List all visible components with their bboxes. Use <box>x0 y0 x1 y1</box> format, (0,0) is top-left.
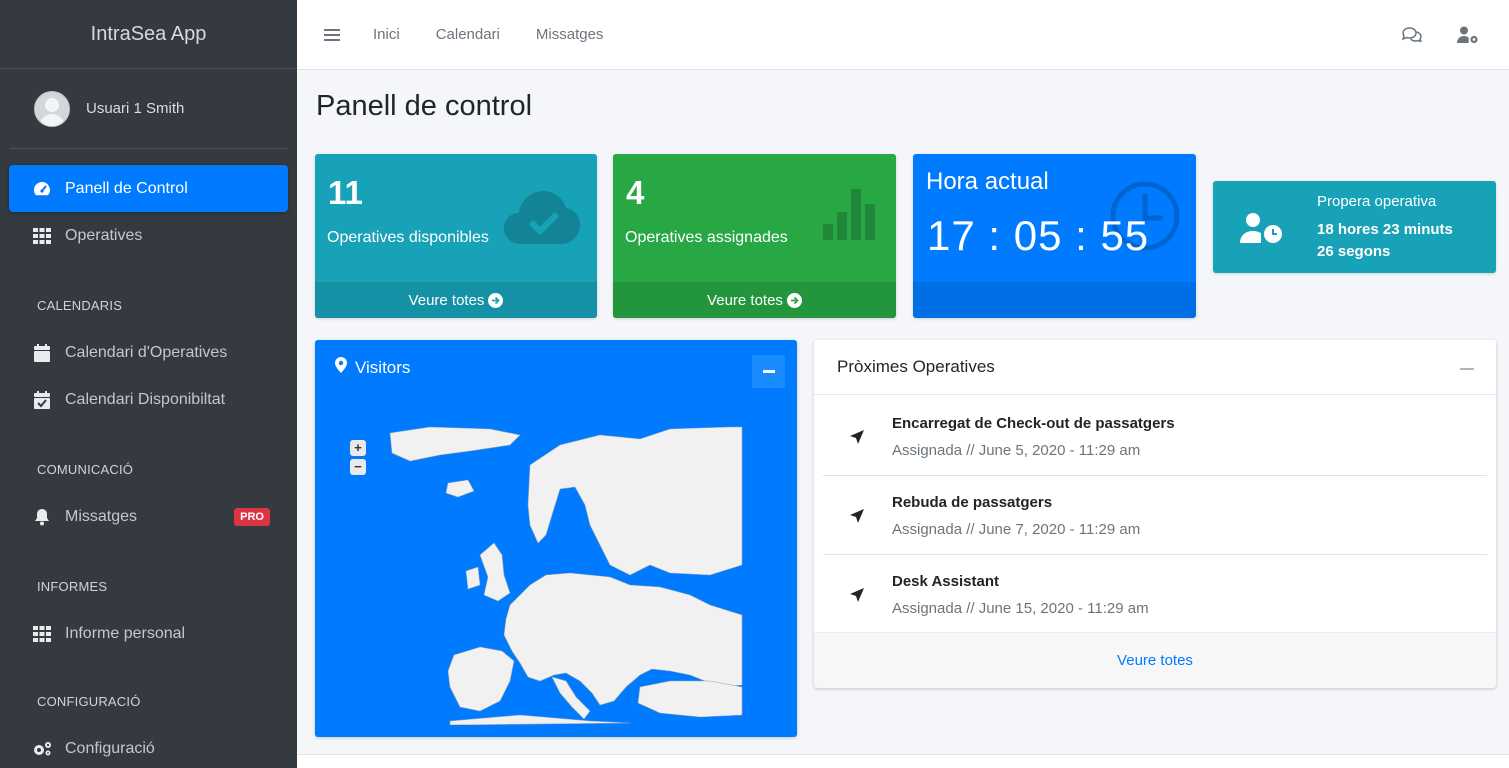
nav-link-inici[interactable]: Inici <box>373 26 400 43</box>
section-header: CONFIGURACIÓ <box>37 693 141 709</box>
sidebar-item-label: Calendari d'Operatives <box>65 343 228 361</box>
operation-title[interactable]: Rebuda de passatgers <box>892 494 1052 511</box>
view-all-label: Veure totes <box>408 291 485 309</box>
operation-subtitle: Assignada // June 15, 2020 - 11:29 am <box>892 600 1149 617</box>
upcoming-view-all-link[interactable]: Veure totes <box>814 632 1496 688</box>
location-arrow-icon <box>849 587 865 608</box>
sidebar-item-calendari-operatives[interactable]: Calendari d'Operatives <box>9 329 288 376</box>
upcoming-operations-card: Pròximes Operatives Encarregat de Check-… <box>814 340 1496 688</box>
map-marker-icon <box>335 357 347 378</box>
tachometer-icon <box>32 180 52 198</box>
next-operation-countdown-2: 26 segons <box>1317 243 1391 260</box>
list-item[interactable]: Desk Assistant Assignada // June 15, 202… <box>823 555 1487 634</box>
location-arrow-icon <box>849 429 865 450</box>
gears-icon <box>32 740 52 758</box>
calendar-icon <box>32 343 52 362</box>
calendar-check-icon <box>32 390 52 409</box>
sidebar-item-label: Informe personal <box>65 624 186 642</box>
view-all-label: Veure totes <box>707 291 783 309</box>
user-panel[interactable]: Usuari 1 Smith <box>10 69 287 149</box>
visitors-title-label: Visitors <box>355 357 411 377</box>
page-title: Panell de control <box>316 90 533 122</box>
section-header: INFORMES <box>37 578 108 594</box>
current-time-value: 17 : 05 : 55 <box>927 212 1150 259</box>
arrow-circle-right-icon <box>786 292 802 308</box>
operation-subtitle: Assignada // June 5, 2020 - 11:29 am <box>892 442 1141 459</box>
zoom-in-button[interactable]: + <box>350 440 366 456</box>
sidebar-item-calendari-disponibilitat[interactable]: Calendari Disponibiltat <box>9 376 288 423</box>
assigned-operations-box: 4 Operatives assignades Veure totes <box>613 154 896 318</box>
grid-icon <box>32 227 52 245</box>
operation-subtitle: Assignada // June 7, 2020 - 11:29 am <box>892 521 1141 538</box>
arrow-circle-right-icon <box>488 292 504 308</box>
assigned-count: 4 <box>626 174 645 211</box>
available-operations-box: 11 Operatives disponibles Veure totes <box>315 154 597 318</box>
assigned-label: Operatives assignades <box>625 229 788 246</box>
page-footer <box>297 755 1509 768</box>
current-time-box: Hora actual 17 : 05 : 55 <box>913 154 1196 318</box>
operation-title[interactable]: Encarregat de Check-out de passatgers <box>892 415 1175 432</box>
zoom-out-button[interactable]: − <box>350 459 366 475</box>
next-operation-countdown-1: 18 hores 23 minuts <box>1317 221 1453 238</box>
section-header: COMUNICACIÓ <box>37 461 134 477</box>
grid-icon <box>32 625 52 643</box>
top-navbar: Inici Calendari Missatges <box>297 0 1509 70</box>
user-settings-icon[interactable] <box>1457 26 1479 49</box>
collapse-button[interactable] <box>752 355 785 388</box>
current-time-title: Hora actual <box>926 168 1049 195</box>
list-item[interactable]: Rebuda de passatgers Assignada // June 7… <box>823 476 1487 555</box>
next-operation-title: Propera operativa <box>1317 193 1437 210</box>
menu-toggle-icon[interactable] <box>324 28 340 41</box>
operation-title[interactable]: Desk Assistant <box>892 573 999 590</box>
sidebar-item-panell-de-control[interactable]: Panell de Control <box>9 165 288 212</box>
available-count: 11 <box>328 174 363 211</box>
collapse-button[interactable] <box>1460 368 1474 370</box>
upcoming-card-title: Pròximes Operatives <box>837 357 995 376</box>
current-time-footer <box>913 282 1196 318</box>
sidebar-item-label: Missatges <box>65 507 138 525</box>
sidebar: IntraSea App Usuari 1 Smith Panell de Co… <box>0 0 297 768</box>
assigned-view-all-link[interactable]: Veure totes <box>613 282 896 318</box>
nav-link-missatges[interactable]: Missatges <box>536 26 604 43</box>
sidebar-item-label: Operatives <box>65 226 143 244</box>
sidebar-item-label: Calendari Disponibiltat <box>65 390 226 408</box>
sidebar-item-label: Panell de Control <box>65 179 188 197</box>
sidebar-item-missatges[interactable]: Missatges PRO <box>9 493 288 540</box>
sidebar-item-informe-personal[interactable]: Informe personal <box>9 610 288 657</box>
bell-icon <box>32 508 52 526</box>
visitors-card-title: Visitors <box>335 357 410 378</box>
user-name[interactable]: Usuari 1 Smith <box>86 100 184 117</box>
next-operation-box: Propera operativa 18 hores 23 minuts 26 … <box>1213 181 1496 273</box>
cloud-check-icon <box>504 191 580 244</box>
pro-badge: PRO <box>234 507 270 526</box>
location-arrow-icon <box>849 508 865 529</box>
top-right-actions <box>1401 26 1479 49</box>
bar-chart-icon <box>823 189 875 240</box>
sidebar-item-operatives[interactable]: Operatives <box>9 212 288 259</box>
available-view-all-link[interactable]: Veure totes <box>315 282 597 318</box>
visitors-map-card: Visitors + − <box>315 340 797 737</box>
sidebar-nav: Panell de Control Operatives CALENDARIS … <box>0 149 297 768</box>
available-label: Operatives disponibles <box>327 229 489 246</box>
list-item[interactable]: Encarregat de Check-out de passatgers As… <box>823 397 1487 476</box>
user-clock-icon <box>1240 213 1284 248</box>
avatar <box>34 90 70 127</box>
nav-link-calendari[interactable]: Calendari <box>436 26 500 43</box>
sidebar-item-label: Configuració <box>65 739 155 757</box>
brand-title[interactable]: IntraSea App <box>0 0 297 69</box>
sidebar-item-configuracio[interactable]: Configuració <box>9 725 288 768</box>
upcoming-card-header: Pròximes Operatives <box>814 340 1496 395</box>
europe-map[interactable] <box>370 425 750 725</box>
section-header: CALENDARIS <box>37 297 123 313</box>
comments-icon[interactable] <box>1401 26 1423 49</box>
